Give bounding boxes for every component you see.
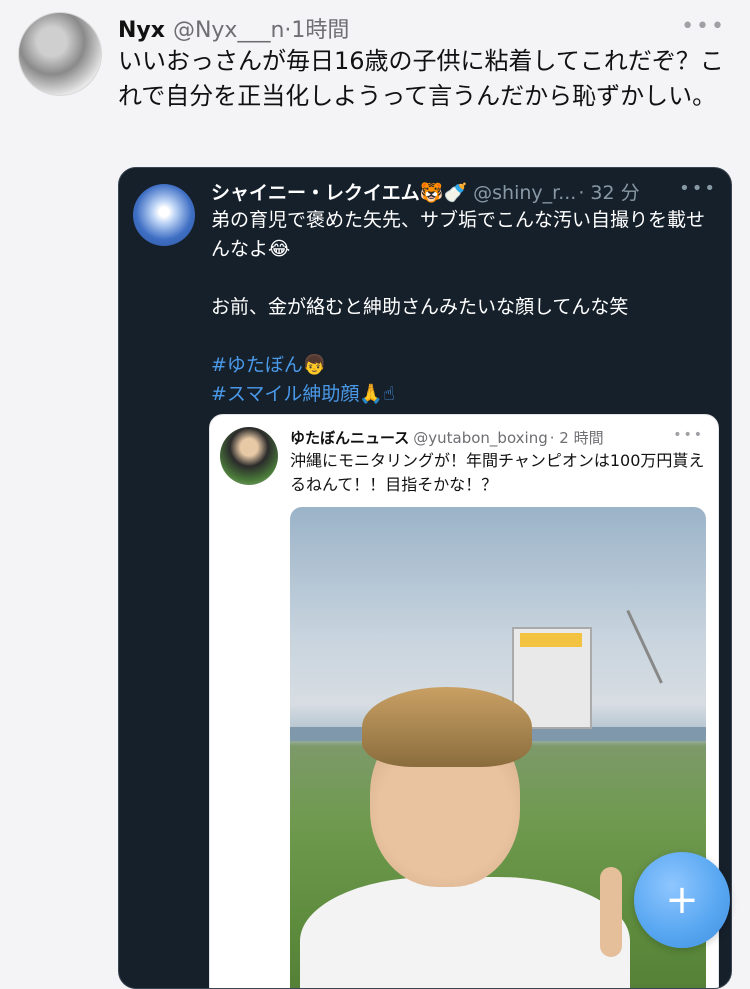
nested-author-handle: @yutabon_boxing xyxy=(413,429,548,447)
author-handle: @Nyx___n xyxy=(172,18,285,43)
plus-icon: + xyxy=(665,877,699,923)
quoted-tweet-time: · 32 分 xyxy=(578,182,640,204)
author-avatar[interactable] xyxy=(18,12,102,96)
quoted-text-line2: お前、金が絡むと紳助さんみたいな顔してんな笑 xyxy=(211,296,629,318)
quoted-author-name[interactable]: シャイニー・レクイエム🐯🍼 xyxy=(211,182,467,204)
compose-button[interactable]: + xyxy=(634,852,730,948)
photo-booth-sign xyxy=(520,633,582,647)
hashtag-yutabon[interactable]: #ゆたぼん👦 xyxy=(211,354,327,376)
photo-finger xyxy=(600,867,622,957)
quoted-tweet-header: シャイニー・レクイエム🐯🍼 @shiny_r... · 32 分 xyxy=(211,178,640,205)
quoted-tweet-text: 弟の育児で褒めた矢先、サブ垢でこんな汚い自撮りを載せんなよ😂 お前、金が絡むと紳… xyxy=(211,206,711,409)
quoted-author-avatar[interactable] xyxy=(133,184,195,246)
nested-more-options-icon[interactable]: ••• xyxy=(673,427,704,443)
tweet-time: ·1時間 xyxy=(284,18,350,43)
tweet-text: いいおっさんが毎日16歳の子供に粘着してこれだぞ？これで自分を正当化しようって言… xyxy=(118,47,724,110)
quoted-tweet[interactable]: シャイニー・レクイエム🐯🍼 @shiny_r... · 32 分 ••• 弟の育児で… xyxy=(118,167,732,989)
nested-tweet-header: ゆたぼんニュース @yutabon_boxing · 2 時間 xyxy=(290,427,604,448)
quoted-more-options-icon[interactable]: ••• xyxy=(679,178,717,199)
quoted-author-handle: @shiny_r... xyxy=(473,182,577,204)
photo-shirt xyxy=(300,877,630,988)
tweet-header: Nyx @Nyx___n·1時間 xyxy=(118,12,349,44)
photo-crane xyxy=(626,609,663,684)
author-name[interactable]: Nyx xyxy=(118,18,165,43)
photo-hair xyxy=(362,687,532,767)
nested-tweet-text: 沖縄にモニタリングが！年間チャンピオンは100万円貰えるねんて！！目指そかな！？ xyxy=(290,451,705,494)
nested-author-avatar[interactable] xyxy=(220,427,278,485)
more-options-icon[interactable]: ••• xyxy=(681,14,726,39)
quoted-text-line1: 弟の育児で褒めた矢先、サブ垢でこんな汚い自撮りを載せんなよ😂 xyxy=(211,209,706,260)
tweet[interactable]: Nyx @Nyx___n·1時間 ••• いいおっさんが毎日16歳の子供に粘着して… xyxy=(0,0,750,989)
nested-author-name[interactable]: ゆたぼんニュース xyxy=(290,429,409,447)
hashtag-smile[interactable]: #スマイル紳助顔🙏☝ xyxy=(211,383,395,405)
nested-tweet-time: · 2 時間 xyxy=(549,429,604,447)
